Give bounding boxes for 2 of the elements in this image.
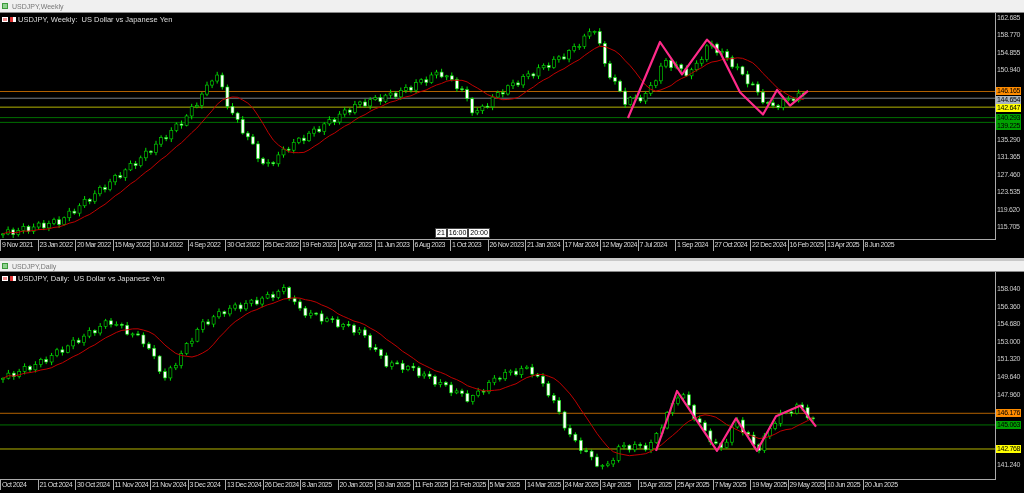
chart-window-icon — [2, 3, 8, 9]
chart-window-icon — [2, 263, 8, 269]
